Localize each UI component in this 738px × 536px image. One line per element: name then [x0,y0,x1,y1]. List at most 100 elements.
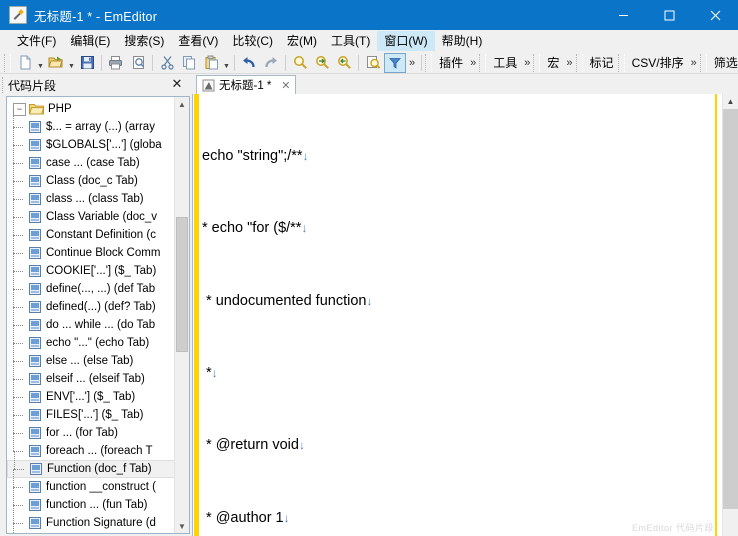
toolbar-overflow-icon[interactable]: » [406,57,418,69]
snippet-icon [28,228,42,242]
code-line-text: * undocumented function [202,292,367,309]
list-item[interactable]: $GLOBALS['...'] (globa [7,127,175,154]
menu-help[interactable]: 帮助(H) [435,31,490,51]
list-item[interactable]: else ... (else Tab) [7,343,175,370]
menu-search[interactable]: 搜索(S) [117,31,171,51]
toolbar-group-tools[interactable]: 工具 [489,54,521,71]
toolbar-grip-filter[interactable] [699,53,707,72]
list-item[interactable]: ENV['...'] ($_ Tab) [7,379,175,406]
list-item[interactable]: for ... (for Tab) [7,415,175,442]
toolbar-grip-marker[interactable] [575,53,583,72]
maximize-icon[interactable] [646,0,692,30]
list-item[interactable]: Constant Definition (c [7,217,175,244]
toolbar-overflow-icon[interactable]: » [688,57,700,69]
menu-tools[interactable]: 工具(T) [324,31,377,51]
list-item[interactable]: elseif ... (elseif Tab) [7,361,175,388]
list-item[interactable]: do ... while ... (do Tab [7,307,175,334]
scrollbar-thumb[interactable] [723,109,738,509]
editor-area: 无标题-1 * ✕ echo "string";/**↓ * echo "for… [192,74,738,536]
toolbar-grip[interactable] [4,53,11,72]
toolbar-group-csv-sort[interactable]: CSV/排序 [628,54,688,71]
find-prev-icon[interactable] [333,53,355,73]
new-file-icon[interactable] [14,53,36,73]
sidebar-scrollbar[interactable]: ▲ ▼ [174,97,189,533]
toolbar-grip-csv[interactable] [617,53,625,72]
filter-icon[interactable] [384,52,406,73]
list-item[interactable]: Continue Block Comm [7,235,175,262]
list-item[interactable]: function __construct ( [7,469,175,496]
open-file-icon[interactable] [45,53,67,73]
list-item[interactable]: Function Signature (d [7,505,175,532]
find-icon[interactable] [289,53,311,73]
list-item[interactable]: Class Variable (doc_v [7,199,175,226]
list-item[interactable]: function ... (fun Tab) [7,487,175,514]
list-item[interactable]: defined(...) (def? Tab) [7,289,175,316]
tab-close-icon[interactable]: ✕ [280,79,291,92]
scroll-up-icon[interactable]: ▲ [723,94,738,109]
paste-dropdown-icon[interactable]: ▼ [222,50,231,75]
snippet-icon [28,390,42,404]
print-icon[interactable] [105,53,127,73]
toolbar-group-plugins[interactable]: 插件 [435,54,467,71]
snippet-label: echo "..." (echo Tab) [46,337,150,349]
toolbar-grip-macro[interactable] [533,53,541,72]
list-item-selected[interactable]: Function (doc_f Tab) [7,451,175,478]
scroll-down-icon[interactable]: ▼ [175,519,189,533]
editor-scrollbar[interactable]: ▲ [722,94,738,536]
scrollbar-thumb[interactable] [176,217,188,352]
copy-icon[interactable] [178,53,200,73]
list-item[interactable]: GET['...'] ($_ Tab) [7,523,175,533]
menu-macro[interactable]: 宏(M) [280,31,324,51]
undo-icon[interactable] [238,53,260,73]
menu-compare[interactable]: 比较(C) [225,31,280,51]
open-file-dropdown-icon[interactable]: ▼ [67,50,76,75]
toolbar-group-macro[interactable]: 宏 [543,54,563,71]
toolbar-group-marker[interactable]: 标记 [586,54,618,71]
toolbar-group-filter[interactable]: 筛选 [710,54,738,71]
toolbar-overflow-icon[interactable]: » [521,57,533,69]
menu-window[interactable]: 窗口(W) [377,31,435,51]
toolbar-grip-tools[interactable] [479,53,487,72]
list-item[interactable]: define(..., ...) (def Tab [7,271,175,298]
document-tab[interactable]: 无标题-1 * ✕ [196,75,297,94]
print-preview-icon[interactable] [127,53,149,73]
code-line-text: * @author 1 [202,509,284,526]
list-item[interactable]: $... = array (...) (array [7,109,175,136]
menu-file[interactable]: 文件(F) [10,31,63,51]
find-next-icon[interactable] [311,53,333,73]
panel-close-icon[interactable]: ✕ [170,76,184,91]
window-title: 无标题-1 * - EmEditor [34,9,158,24]
redo-icon[interactable] [260,53,282,73]
list-item[interactable]: Class (doc_c Tab) [7,163,175,190]
list-item[interactable]: echo "..." (echo Tab) [7,325,175,352]
panel-drag-handle[interactable] [2,77,7,93]
snippets-tree-container: − PHP $... = array (...) (array $GLOBALS… [6,96,190,534]
list-item[interactable]: FILES['...'] ($_ Tab) [7,397,175,424]
toolbar-overflow-icon[interactable]: » [467,57,479,69]
collapse-expander-icon[interactable]: − [13,102,26,116]
paste-icon[interactable] [200,53,222,73]
cr-mark: ↓ [298,438,305,453]
code-line-text: * @return void [202,437,299,454]
save-icon[interactable] [76,53,98,73]
menu-edit[interactable]: 编辑(E) [63,31,117,51]
list-item[interactable]: class ... (class Tab) [7,181,175,208]
snippet-icon [28,174,42,188]
snippet-icon [28,282,42,296]
toolbar-overflow-icon[interactable]: » [563,57,575,69]
code-text[interactable]: echo "string";/**↓ * echo "for ($/**↓ * … [202,96,738,536]
minimize-icon[interactable] [600,0,646,30]
new-file-dropdown-icon[interactable]: ▼ [36,50,45,75]
menu-view[interactable]: 查看(V) [171,31,225,51]
close-icon[interactable] [692,0,738,30]
tree-node-php[interactable]: − PHP [7,100,175,118]
list-item[interactable]: COOKIE['...'] ($_ Tab) [7,253,175,280]
replace-icon[interactable] [362,53,384,73]
watermark-text: EmEditor 代码片段 [631,523,714,533]
scroll-up-icon[interactable]: ▲ [175,97,189,111]
code-editor[interactable]: echo "string";/**↓ * echo "for ($/**↓ * … [192,94,738,536]
toolbar-grip-plugins[interactable] [425,53,433,72]
cut-icon[interactable] [156,53,178,73]
list-item[interactable]: foreach ... (foreach T [7,433,175,460]
list-item[interactable]: case ... (case Tab) [7,145,175,172]
